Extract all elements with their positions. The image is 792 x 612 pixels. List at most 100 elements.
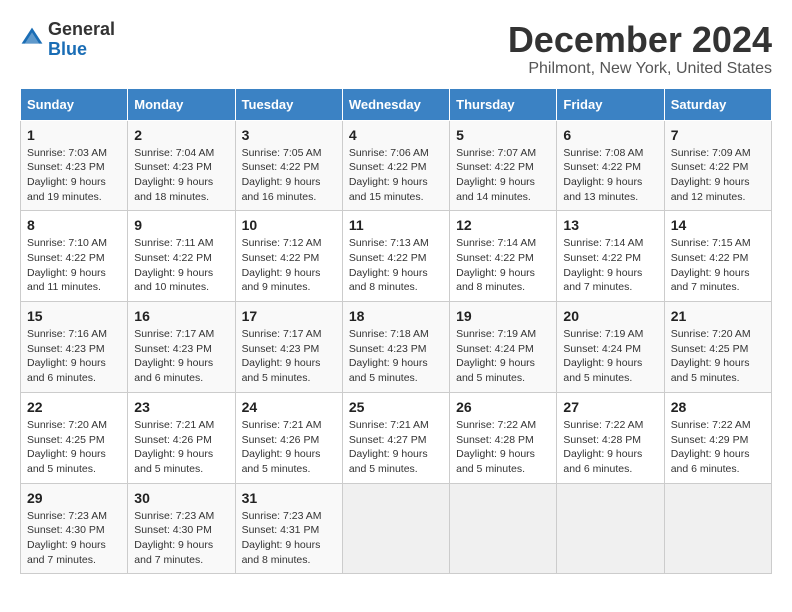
calendar-day-cell <box>342 483 449 574</box>
calendar-day-cell <box>450 483 557 574</box>
weekday-header-monday: Monday <box>128 88 235 120</box>
day-number: 7 <box>671 127 765 143</box>
calendar-day-cell: 29Sunrise: 7:23 AMSunset: 4:30 PMDayligh… <box>21 483 128 574</box>
day-number: 17 <box>242 308 336 324</box>
calendar-day-cell: 6 Sunrise: 7:08 AMSunset: 4:22 PMDaylight… <box>557 120 664 211</box>
day-info: Sunrise: 7:08 AMSunset: 4:22 PMDaylight:… <box>563 146 657 205</box>
day-info: Sunrise: 7:10 AMSunset: 4:22 PMDaylight:… <box>27 236 121 295</box>
calendar-day-cell <box>664 483 771 574</box>
weekday-header-saturday: Saturday <box>664 88 771 120</box>
calendar-day-cell: 7 Sunrise: 7:09 AMSunset: 4:22 PMDaylight… <box>664 120 771 211</box>
day-info: Sunrise: 7:18 AMSunset: 4:23 PMDaylight:… <box>349 327 443 386</box>
weekday-header-sunday: Sunday <box>21 88 128 120</box>
weekday-header-wednesday: Wednesday <box>342 88 449 120</box>
calendar-day-cell: 1 Sunrise: 7:03 AMSunset: 4:23 PMDaylight… <box>21 120 128 211</box>
calendar-day-cell: 28 Sunrise: 7:22 AMSunset: 4:29 PMDayligh… <box>664 392 771 483</box>
calendar-day-cell: 11Sunrise: 7:13 AMSunset: 4:22 PMDayligh… <box>342 211 449 302</box>
day-info: Sunrise: 7:03 AMSunset: 4:23 PMDaylight:… <box>27 146 121 205</box>
calendar-week-row: 22 Sunrise: 7:20 AMSunset: 4:25 PMDayligh… <box>21 392 772 483</box>
day-number: 21 <box>671 308 765 324</box>
day-info: Sunrise: 7:16 AMSunset: 4:23 PMDaylight:… <box>27 327 121 386</box>
day-number: 31 <box>242 490 336 506</box>
calendar-week-row: 29Sunrise: 7:23 AMSunset: 4:30 PMDayligh… <box>21 483 772 574</box>
calendar-day-cell: 30Sunrise: 7:23 AMSunset: 4:30 PMDayligh… <box>128 483 235 574</box>
calendar-day-cell: 19Sunrise: 7:19 AMSunset: 4:24 PMDayligh… <box>450 302 557 393</box>
day-info: Sunrise: 7:20 AMSunset: 4:25 PMDaylight:… <box>671 327 765 386</box>
day-info: Sunrise: 7:20 AMSunset: 4:25 PMDaylight:… <box>27 418 121 477</box>
day-info: Sunrise: 7:11 AMSunset: 4:22 PMDaylight:… <box>134 236 228 295</box>
calendar-day-cell: 25 Sunrise: 7:21 AMSunset: 4:27 PMDayligh… <box>342 392 449 483</box>
calendar-day-cell: 2Sunrise: 7:04 AMSunset: 4:23 PMDaylight… <box>128 120 235 211</box>
day-number: 25 <box>349 399 443 415</box>
day-number: 18 <box>349 308 443 324</box>
weekday-header-friday: Friday <box>557 88 664 120</box>
calendar-day-cell: 31Sunrise: 7:23 AMSunset: 4:31 PMDayligh… <box>235 483 342 574</box>
day-info: Sunrise: 7:23 AMSunset: 4:30 PMDaylight:… <box>27 509 121 568</box>
calendar-title: December 2024 <box>508 20 772 60</box>
logo: General Blue <box>20 20 115 60</box>
day-number: 10 <box>242 217 336 233</box>
calendar-day-cell: 21 Sunrise: 7:20 AMSunset: 4:25 PMDayligh… <box>664 302 771 393</box>
calendar-day-cell: 16 Sunrise: 7:17 AMSunset: 4:23 PMDayligh… <box>128 302 235 393</box>
day-number: 23 <box>134 399 228 415</box>
calendar-day-cell: 10 Sunrise: 7:12 AMSunset: 4:22 PMDayligh… <box>235 211 342 302</box>
day-info: Sunrise: 7:14 AMSunset: 4:22 PMDaylight:… <box>563 236 657 295</box>
page-container: General Blue December 2024 Philmont, New… <box>20 20 772 574</box>
day-info: Sunrise: 7:23 AMSunset: 4:30 PMDaylight:… <box>134 509 228 568</box>
calendar-day-cell: 18 Sunrise: 7:18 AMSunset: 4:23 PMDayligh… <box>342 302 449 393</box>
calendar-day-cell: 23Sunrise: 7:21 AMSunset: 4:26 PMDayligh… <box>128 392 235 483</box>
title-area: December 2024 Philmont, New York, United… <box>508 20 772 78</box>
logo-general: General <box>48 19 115 39</box>
logo-icon <box>20 26 44 50</box>
day-info: Sunrise: 7:09 AMSunset: 4:22 PMDaylight:… <box>671 146 765 205</box>
calendar-subtitle: Philmont, New York, United States <box>508 60 772 78</box>
calendar-day-cell: 9 Sunrise: 7:11 AMSunset: 4:22 PMDaylight… <box>128 211 235 302</box>
calendar-day-cell: 20Sunrise: 7:19 AMSunset: 4:24 PMDayligh… <box>557 302 664 393</box>
day-number: 3 <box>242 127 336 143</box>
day-number: 13 <box>563 217 657 233</box>
calendar-table: SundayMondayTuesdayWednesdayThursdayFrid… <box>20 88 772 575</box>
day-number: 2 <box>134 127 228 143</box>
calendar-day-cell: 17 Sunrise: 7:17 AMSunset: 4:23 PMDayligh… <box>235 302 342 393</box>
day-info: Sunrise: 7:07 AMSunset: 4:22 PMDaylight:… <box>456 146 550 205</box>
calendar-day-cell: 15 Sunrise: 7:16 AMSunset: 4:23 PMDayligh… <box>21 302 128 393</box>
weekday-header-thursday: Thursday <box>450 88 557 120</box>
day-number: 26 <box>456 399 550 415</box>
day-number: 16 <box>134 308 228 324</box>
calendar-day-cell: 8 Sunrise: 7:10 AMSunset: 4:22 PMDaylight… <box>21 211 128 302</box>
day-info: Sunrise: 7:17 AMSunset: 4:23 PMDaylight:… <box>242 327 336 386</box>
calendar-day-cell: 14Sunrise: 7:15 AMSunset: 4:22 PMDayligh… <box>664 211 771 302</box>
day-info: Sunrise: 7:17 AMSunset: 4:23 PMDaylight:… <box>134 327 228 386</box>
day-number: 8 <box>27 217 121 233</box>
day-number: 12 <box>456 217 550 233</box>
day-number: 27 <box>563 399 657 415</box>
day-number: 1 <box>27 127 121 143</box>
logo-text: General Blue <box>48 20 115 60</box>
calendar-week-row: 15 Sunrise: 7:16 AMSunset: 4:23 PMDayligh… <box>21 302 772 393</box>
day-number: 28 <box>671 399 765 415</box>
logo-blue: Blue <box>48 39 87 59</box>
day-info: Sunrise: 7:12 AMSunset: 4:22 PMDaylight:… <box>242 236 336 295</box>
day-number: 6 <box>563 127 657 143</box>
day-number: 9 <box>134 217 228 233</box>
day-number: 20 <box>563 308 657 324</box>
weekday-header-tuesday: Tuesday <box>235 88 342 120</box>
day-info: Sunrise: 7:19 AMSunset: 4:24 PMDaylight:… <box>456 327 550 386</box>
calendar-day-cell: 26 Sunrise: 7:22 AMSunset: 4:28 PMDayligh… <box>450 392 557 483</box>
day-info: Sunrise: 7:06 AMSunset: 4:22 PMDaylight:… <box>349 146 443 205</box>
weekday-header-row: SundayMondayTuesdayWednesdayThursdayFrid… <box>21 88 772 120</box>
calendar-week-row: 1 Sunrise: 7:03 AMSunset: 4:23 PMDaylight… <box>21 120 772 211</box>
day-number: 24 <box>242 399 336 415</box>
calendar-day-cell: 24Sunrise: 7:21 AMSunset: 4:26 PMDayligh… <box>235 392 342 483</box>
day-info: Sunrise: 7:13 AMSunset: 4:22 PMDaylight:… <box>349 236 443 295</box>
day-info: Sunrise: 7:14 AMSunset: 4:22 PMDaylight:… <box>456 236 550 295</box>
day-info: Sunrise: 7:21 AMSunset: 4:27 PMDaylight:… <box>349 418 443 477</box>
calendar-day-cell: 27 Sunrise: 7:22 AMSunset: 4:28 PMDayligh… <box>557 392 664 483</box>
day-info: Sunrise: 7:22 AMSunset: 4:28 PMDaylight:… <box>456 418 550 477</box>
day-info: Sunrise: 7:22 AMSunset: 4:29 PMDaylight:… <box>671 418 765 477</box>
day-info: Sunrise: 7:22 AMSunset: 4:28 PMDaylight:… <box>563 418 657 477</box>
day-number: 22 <box>27 399 121 415</box>
calendar-day-cell: 22 Sunrise: 7:20 AMSunset: 4:25 PMDayligh… <box>21 392 128 483</box>
day-number: 15 <box>27 308 121 324</box>
day-number: 4 <box>349 127 443 143</box>
